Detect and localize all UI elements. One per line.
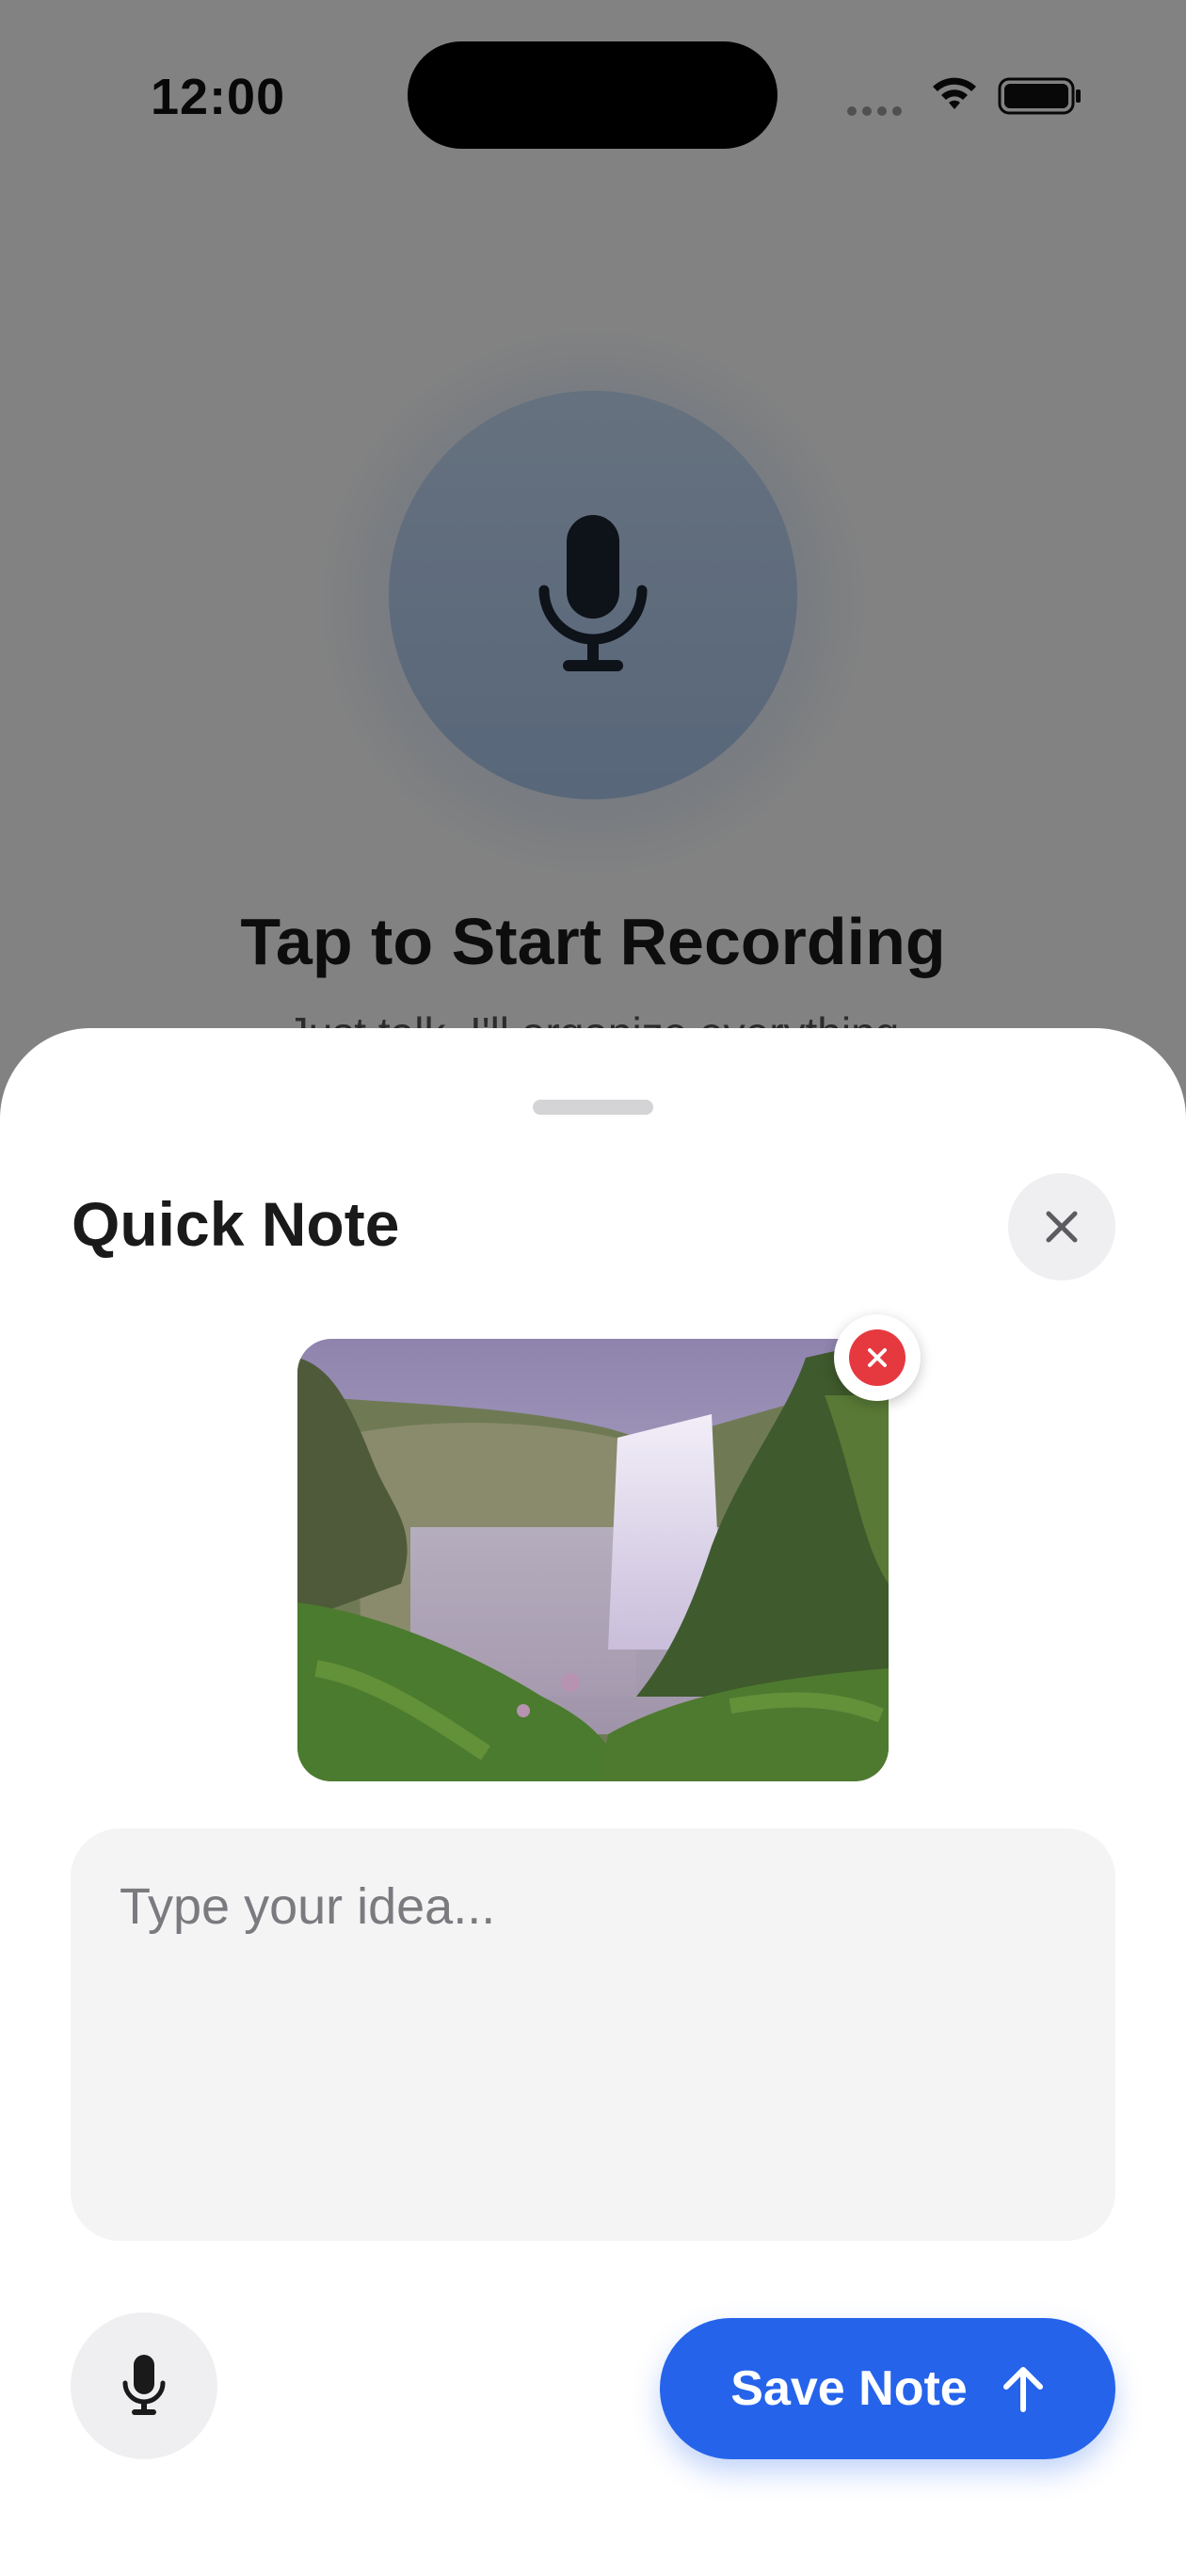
sheet-title: Quick Note (72, 1189, 400, 1259)
arrow-up-icon (1002, 2367, 1043, 2412)
close-button[interactable] (1008, 1173, 1115, 1280)
quick-note-sheet: Quick Note Type your idea... Save Note (0, 1028, 1186, 2576)
remove-icon (868, 1348, 887, 1367)
close-icon (1046, 1211, 1078, 1243)
sheet-grabber[interactable] (533, 1100, 653, 1115)
save-note-button[interactable]: Save Note (660, 2318, 1115, 2459)
photo-attachment (297, 1314, 921, 1781)
voice-input-button[interactable] (71, 2312, 217, 2459)
attached-photo (297, 1339, 889, 1781)
waterfall-image (297, 1339, 889, 1781)
save-note-label: Save Note (730, 2361, 968, 2416)
microphone-icon (122, 2355, 166, 2415)
remove-photo-button[interactable] (834, 1314, 921, 1401)
note-input[interactable] (71, 1828, 1115, 2241)
